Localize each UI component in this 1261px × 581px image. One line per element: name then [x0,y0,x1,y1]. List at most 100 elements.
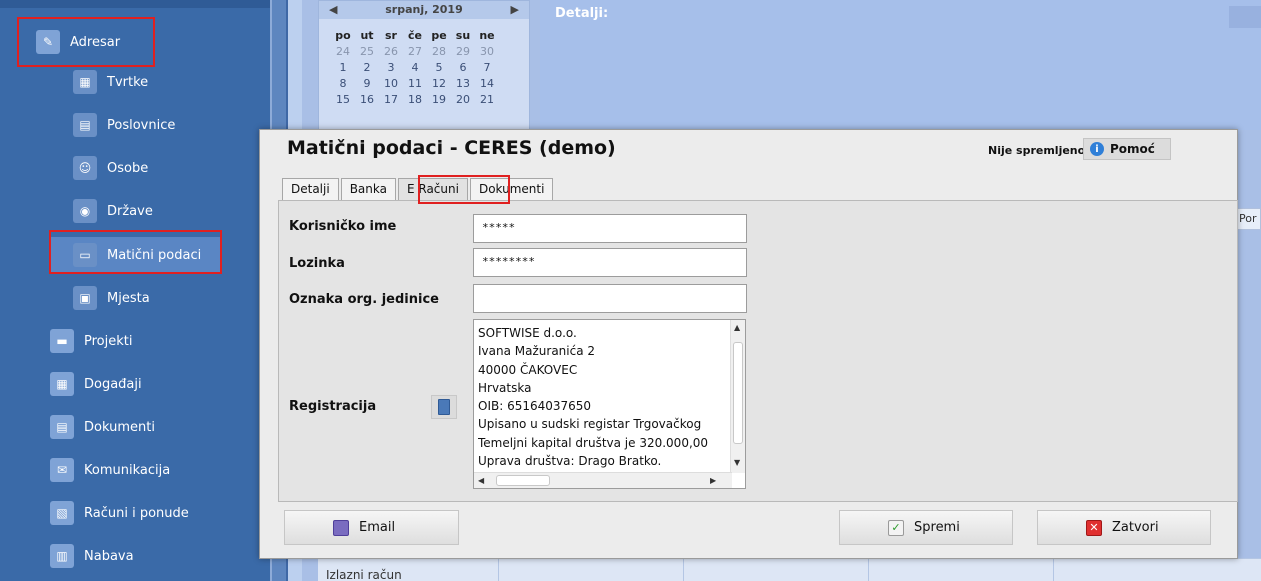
column-divider [868,559,869,581]
master-data-dialog: Matični podaci - CERES (demo) Nije sprem… [259,129,1238,559]
sidebar-item-label: Mjesta [107,290,150,306]
scroll-up-arrow-icon[interactable]: ▲ [734,323,740,332]
sidebar-item-racuni-i-ponude[interactable]: ▧ Računi i ponude [50,495,250,531]
calendar-day[interactable]: 8 [331,77,355,90]
sidebar-item-label: Poslovnice [107,117,176,133]
sidebar-item-dogadaji[interactable]: ▦ Događaji [50,366,250,402]
calendar-day[interactable]: 27 [403,45,427,58]
sidebar-item-projekti[interactable]: ▬ Projekti [50,323,250,359]
calendar-day[interactable]: 26 [379,45,403,58]
close-icon: ✕ [1086,519,1102,536]
calendar-day[interactable]: 16 [355,93,379,106]
sidebar-item-nabava[interactable]: ▥ Nabava [50,538,250,574]
calendar-day[interactable]: 19 [427,93,451,106]
calendar-day[interactable]: 2 [355,61,379,74]
calendar-day[interactable]: 1 [331,61,355,74]
calendar-day[interactable]: 12 [427,77,451,90]
horizontal-scrollbar[interactable]: ◀ ▶ [474,472,732,488]
save-button[interactable]: ✓ Spremi [839,510,1013,545]
calendar-day[interactable]: 6 [451,61,475,74]
org-unit-label: Oznaka org. jedinice [289,292,439,307]
email-button-label: Email [359,520,396,535]
close-button-label: Zatvori [1112,520,1159,535]
scrollbar-thumb[interactable] [733,342,743,444]
projects-icon: ▬ [50,329,74,353]
details-heading: Detalji: [555,6,609,21]
tab-e-racuni[interactable]: E Računi [397,178,468,200]
sidebar-item-adresar[interactable]: ✎ Adresar [36,24,156,60]
calendar-day[interactable]: 20 [451,93,475,106]
calendar-day[interactable]: 24 [331,45,355,58]
column-header-partial[interactable]: Por [1236,208,1261,230]
sidebar-item-label: Projekti [84,333,133,349]
calendar-day[interactable]: 15 [331,93,355,106]
calendar-day[interactable]: 7 [475,61,499,74]
calendar-day[interactable]: 3 [379,61,403,74]
registration-label: Registracija [289,399,377,414]
calendar-day[interactable]: 21 [475,93,499,106]
sidebar-item-label: Komunikacija [84,462,171,478]
calendar-day[interactable]: 28 [427,45,451,58]
sidebar-item-label: Osobe [107,160,149,176]
sidebar-item-mjesta[interactable]: ▣ Mjesta [73,280,253,316]
right-collapsed-tab[interactable] [1229,6,1261,28]
calendar-day[interactable]: 14 [475,77,499,90]
sidebar-item-poslovnice[interactable]: ▤ Poslovnice [73,107,253,143]
prev-month-arrow-icon[interactable]: ◀ [329,3,337,19]
registration-textarea[interactable]: SOFTWISE d.o.o. Ivana Mažuranića 2 40000… [473,319,746,489]
invoice-icon: ▧ [50,501,74,525]
sidebar-item-komunikacija[interactable]: ✉ Komunikacija [50,452,250,488]
calendar-day[interactable]: 17 [379,93,403,106]
column-divider [498,559,499,581]
dialog-tabs: Detalji Banka E Računi Dokumenti [282,178,555,200]
next-month-arrow-icon[interactable]: ▶ [511,3,519,19]
sidebar-item-maticni-podaci[interactable]: ▭ Matični podaci [50,237,220,273]
e-racuni-tab-panel: Korisničko ime ***** Lozinka ******** Oz… [278,200,1238,502]
scrollbar-thumb[interactable] [496,475,550,486]
calendar-day-name: ne [479,29,495,42]
calendar-day[interactable]: 10 [379,77,403,90]
details-background-panel [540,0,1261,130]
scroll-right-arrow-icon[interactable]: ▶ [710,476,716,485]
background-table-row[interactable]: Izlazni račun [318,558,1261,581]
tab-banka[interactable]: Banka [340,178,396,200]
calendar-day[interactable]: 25 [355,45,379,58]
calendar-day[interactable]: 30 [475,45,499,58]
help-button[interactable]: i Pomoć [1083,138,1171,160]
vertical-scrollbar[interactable]: ▲ ▼ [730,320,745,473]
tab-detalji[interactable]: Detalji [282,178,339,200]
org-unit-field[interactable] [473,284,747,313]
calendar-day-name: ut [360,29,374,42]
calendar-day[interactable]: 5 [427,61,451,74]
documents-icon: ▤ [50,415,74,439]
sidebar-item-label: Matični podaci [107,247,202,263]
people-icon: ☺ [73,156,97,180]
calendar-day[interactable]: 29 [451,45,475,58]
username-label: Korisničko ime [289,219,397,234]
scroll-left-arrow-icon[interactable]: ◀ [478,476,484,485]
calendar-day[interactable]: 13 [451,77,475,90]
calendar-day[interactable]: 9 [355,77,379,90]
save-button-label: Spremi [914,520,960,535]
info-icon: i [1090,142,1104,156]
calendar-day[interactable]: 18 [403,93,427,106]
calculator-icon [438,399,450,415]
sidebar-item-tvrtke[interactable]: ▦ Tvrtke [73,64,253,100]
calendar-day-name: če [408,29,422,42]
email-button[interactable]: Email [284,510,459,545]
password-label: Lozinka [289,256,345,271]
sidebar-item-label: Adresar [70,34,121,50]
tab-dokumenti[interactable]: Dokumenti [469,178,554,200]
sidebar-item-osobe[interactable]: ☺ Osobe [73,150,253,186]
calendar-day[interactable]: 11 [403,77,427,90]
calendar-day[interactable]: 4 [403,61,427,74]
sidebar-item-dokumenti[interactable]: ▤ Dokumenti [50,409,250,445]
communication-icon: ✉ [50,458,74,482]
scroll-down-arrow-icon[interactable]: ▼ [734,458,740,467]
sidebar-item-label: Države [107,203,153,219]
close-button[interactable]: ✕ Zatvori [1037,510,1211,545]
registration-picker-button[interactable] [431,395,457,419]
username-field[interactable]: ***** [473,214,747,243]
sidebar-item-drzave[interactable]: ◉ Države [73,193,253,229]
password-field[interactable]: ******** [473,248,747,277]
